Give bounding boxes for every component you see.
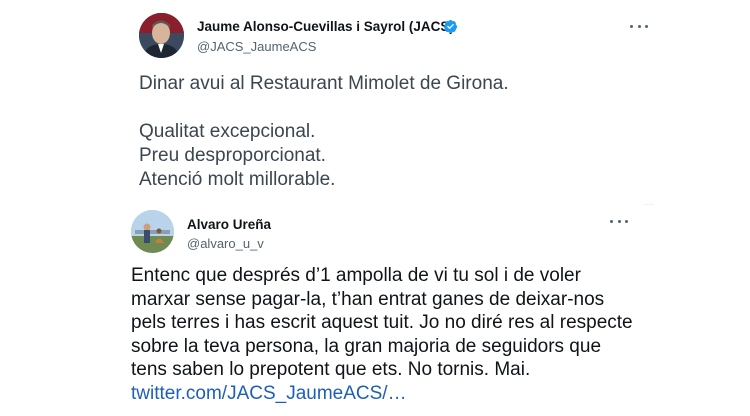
verified-badge-icon	[443, 19, 458, 34]
avatar[interactable]	[139, 13, 184, 58]
more-horizontal-icon[interactable]	[610, 218, 628, 224]
more-horizontal-icon[interactable]	[630, 23, 648, 29]
author-handle[interactable]: @JACS_JaumeACS	[197, 39, 316, 54]
tweet-text: Dinar avui al Restaurant Mimolet de Giro…	[139, 72, 639, 192]
tweet-line: Dinar avui al Restaurant Mimolet de Giro…	[139, 73, 509, 94]
author-handle[interactable]: @alvaro_u_v	[187, 236, 264, 251]
author-name[interactable]: Alvaro Ureña	[187, 217, 271, 232]
avatar[interactable]	[131, 210, 174, 253]
tweet-link[interactable]: twitter.com/JACS_JaumeACS/…	[131, 383, 407, 404]
quoted-tweet-jacs: Jaume Alonso-Cuevillas i Sayrol (JACS) @…	[122, 0, 654, 205]
avatar-photo-icon	[139, 13, 184, 58]
tweet-body: Entenc que després d’1 ampolla de vi tu …	[131, 265, 633, 380]
avatar-photo-icon	[131, 210, 174, 253]
tweet-line: Atenció molt millorable.	[139, 169, 336, 190]
reply-tweet-alvaro: Alvaro Ureña @alvaro_u_v Entenc que desp…	[112, 204, 644, 416]
author-name[interactable]: Jaume Alonso-Cuevillas i Sayrol (JACS)	[197, 19, 454, 34]
tweet-line: Qualitat excepcional.	[139, 121, 316, 142]
tweet-text: Entenc que després d’1 ampolla de vi tu …	[131, 264, 641, 405]
tweet-line: Preu desproporcionat.	[139, 145, 326, 166]
